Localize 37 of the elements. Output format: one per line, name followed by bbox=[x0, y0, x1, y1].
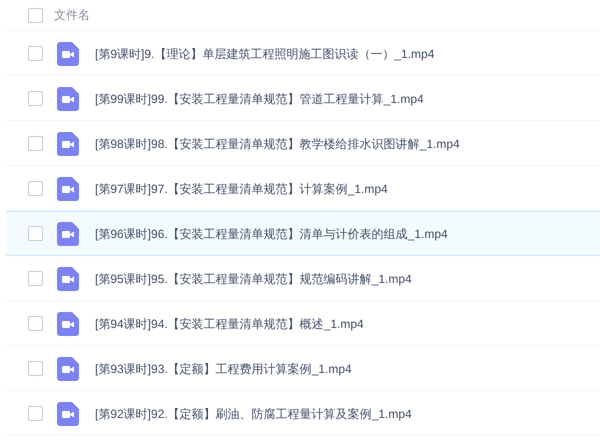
file-row[interactable]: [第99课时]99.【安装工程量清单规范】管道工程量计算_1.mp4 bbox=[6, 76, 600, 121]
file-name[interactable]: [第96课时]96.【安装工程量清单规范】清单与计价表的组成_1.mp4 bbox=[95, 224, 448, 242]
file-row[interactable]: [第94课时]94.【安装工程量清单规范】概述_1.mp4 bbox=[6, 301, 600, 346]
checkbox[interactable] bbox=[28, 181, 43, 196]
file-row[interactable]: [第95课时]95.【安装工程量清单规范】规范编码讲解_1.mp4 bbox=[6, 256, 600, 301]
checkbox[interactable] bbox=[28, 361, 43, 376]
checkbox[interactable] bbox=[28, 46, 43, 61]
checkbox[interactable] bbox=[28, 316, 43, 331]
file-name[interactable]: [第92课时]92.【定额】刷油、防腐工程量计算及案例_1.mp4 bbox=[95, 404, 412, 422]
video-file-icon bbox=[57, 176, 79, 200]
file-row[interactable]: [第96课时]96.【安装工程量清单规范】清单与计价表的组成_1.mp4 bbox=[6, 211, 600, 256]
video-file-icon bbox=[57, 132, 79, 156]
video-file-icon bbox=[57, 222, 79, 246]
video-file-icon bbox=[57, 42, 79, 66]
file-name[interactable]: [第99课时]99.【安装工程量清单规范】管道工程量计算_1.mp4 bbox=[95, 90, 424, 108]
file-row[interactable]: [第92课时]92.【定额】刷油、防腐工程量计算及案例_1.mp4 bbox=[6, 391, 600, 436]
file-row[interactable]: [第93课时]93.【定额】工程费用计算案例_1.mp4 bbox=[6, 346, 600, 391]
file-name[interactable]: [第95课时]95.【安装工程量清单规范】规范编码讲解_1.mp4 bbox=[95, 270, 412, 288]
checkbox[interactable] bbox=[28, 271, 43, 286]
checkbox[interactable] bbox=[28, 136, 43, 151]
file-row[interactable]: [第98课时]98.【安装工程量清单规范】教学楼给排水识图讲解_1.mp4 bbox=[6, 121, 600, 166]
video-file-icon bbox=[57, 402, 79, 426]
video-file-icon bbox=[57, 266, 79, 290]
file-row[interactable]: [第9课时]9.【理论】单层建筑工程照明施工图识读（一）_1.mp4 bbox=[6, 31, 600, 76]
file-name[interactable]: [第94课时]94.【安装工程量清单规范】概述_1.mp4 bbox=[95, 314, 364, 332]
file-name[interactable]: [第93课时]93.【定额】工程费用计算案例_1.mp4 bbox=[95, 360, 352, 378]
checkbox[interactable] bbox=[28, 8, 43, 22]
column-header: 文件名 bbox=[54, 7, 90, 24]
video-file-icon bbox=[57, 356, 79, 380]
checkbox[interactable] bbox=[28, 406, 43, 421]
checkbox[interactable] bbox=[28, 226, 43, 241]
file-name[interactable]: [第9课时]9.【理论】单层建筑工程照明施工图识读（一）_1.mp4 bbox=[95, 44, 434, 62]
checkbox[interactable] bbox=[28, 91, 43, 106]
video-file-icon bbox=[57, 86, 79, 110]
video-file-icon bbox=[57, 312, 79, 336]
file-name[interactable]: [第97课时]97.【安装工程量清单规范】计算案例_1.mp4 bbox=[95, 180, 388, 198]
file-name[interactable]: [第98课时]98.【安装工程量清单规范】教学楼给排水识图讲解_1.mp4 bbox=[95, 134, 460, 152]
